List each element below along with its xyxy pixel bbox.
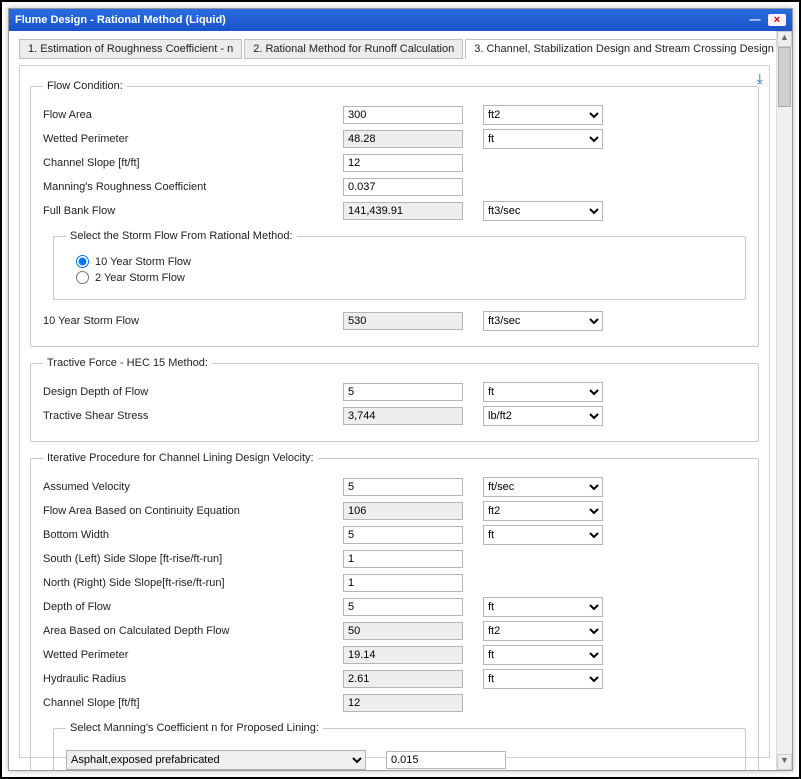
full-bank-flow-unit[interactable]: ft3/sec [483, 201, 603, 221]
storm-10yr-option[interactable]: 10 Year Storm Flow [76, 255, 733, 268]
storm-2yr-label: 2 Year Storm Flow [95, 272, 185, 284]
window-body: 1. Estimation of Roughness Coefficient -… [9, 31, 792, 770]
south-slope-label: South (Left) Side Slope [ft-rise/ft-run] [43, 553, 343, 565]
close-button[interactable]: × [768, 14, 786, 26]
wetted-perimeter-label: Wetted Perimeter [43, 133, 343, 145]
scroll-down-arrow-icon[interactable]: ▼ [777, 754, 792, 770]
title-bar: Flume Design - Rational Method (Liquid) … [9, 9, 792, 31]
bottom-width-label: Bottom Width [43, 529, 343, 541]
bottom-width-input[interactable] [343, 526, 463, 544]
storm-flow-10-unit[interactable]: ft3/sec [483, 311, 603, 331]
storm-select-group: Select the Storm Flow From Rational Meth… [53, 230, 746, 300]
south-slope-input[interactable] [343, 550, 463, 568]
area-calc-depth-input [343, 622, 463, 640]
north-slope-input[interactable] [343, 574, 463, 592]
hydraulic-radius-unit[interactable]: ft [483, 669, 603, 689]
screenshot-frame: Flume Design - Rational Method (Liquid) … [0, 0, 801, 779]
scroll-track[interactable] [777, 47, 792, 754]
iterative-legend: Iterative Procedure for Channel Lining D… [43, 452, 318, 464]
content-area: 1. Estimation of Roughness Coefficient -… [9, 31, 776, 770]
storm-2yr-radio[interactable] [76, 271, 89, 284]
full-bank-flow-label: Full Bank Flow [43, 205, 343, 217]
channel-slope-label: Channel Slope [ft/ft] [43, 157, 343, 169]
wetted-perimeter-input [343, 130, 463, 148]
area-calc-depth-unit[interactable]: ft2 [483, 621, 603, 641]
assumed-velocity-label: Assumed Velocity [43, 481, 343, 493]
design-depth-label: Design Depth of Flow [43, 386, 343, 398]
iter-wetted-perimeter-input [343, 646, 463, 664]
storm-flow-10-label: 10 Year Storm Flow [43, 315, 343, 327]
flow-area-label: Flow Area [43, 109, 343, 121]
flow-area-cont-input [343, 502, 463, 520]
design-depth-input[interactable] [343, 383, 463, 401]
shear-stress-label: Tractive Shear Stress [43, 410, 343, 422]
storm-flow-10-input [343, 312, 463, 330]
north-slope-label: North (Right) Side Slope[ft-rise/ft-run] [43, 577, 343, 589]
design-depth-unit[interactable]: ft [483, 382, 603, 402]
mannings-n-label: Manning's Roughness Coefficient [43, 181, 343, 193]
wetted-perimeter-unit[interactable]: ft [483, 129, 603, 149]
full-bank-flow-input [343, 202, 463, 220]
bottom-width-unit[interactable]: ft [483, 525, 603, 545]
iter-wetted-perimeter-label: Wetted Perimeter [43, 649, 343, 661]
flow-condition-legend: Flow Condition: [43, 80, 127, 92]
flow-area-cont-label: Flow Area Based on Continuity Equation [43, 505, 343, 517]
lining-legend: Select Manning's Coefficient n for Propo… [66, 722, 323, 734]
tab-panel: ⤓ Flow Condition: Flow Area ft2 Wetted P… [19, 65, 770, 758]
app-window: Flume Design - Rational Method (Liquid) … [8, 8, 793, 771]
storm-select-legend: Select the Storm Flow From Rational Meth… [66, 230, 297, 242]
lining-select[interactable]: Asphalt,exposed prefabricated [66, 750, 366, 770]
minimize-button[interactable]: — [746, 14, 764, 26]
tab-strip: 1. Estimation of Roughness Coefficient -… [19, 39, 770, 59]
lining-value-input[interactable] [386, 751, 506, 769]
flow-area-input[interactable] [343, 106, 463, 124]
area-calc-depth-label: Area Based on Calculated Depth Flow [43, 625, 343, 637]
tab-roughness[interactable]: 1. Estimation of Roughness Coefficient -… [19, 39, 242, 59]
storm-2yr-option[interactable]: 2 Year Storm Flow [76, 271, 733, 284]
assumed-velocity-unit[interactable]: ft/sec [483, 477, 603, 497]
tractive-force-group: Tractive Force - HEC 15 Method: Design D… [30, 357, 759, 442]
scroll-up-arrow-icon[interactable]: ▲ [777, 31, 792, 47]
tractive-legend: Tractive Force - HEC 15 Method: [43, 357, 212, 369]
storm-10yr-label: 10 Year Storm Flow [95, 256, 191, 268]
depth-flow-input[interactable] [343, 598, 463, 616]
vertical-scrollbar[interactable]: ▲ ▼ [776, 31, 792, 770]
channel-slope-input[interactable] [343, 154, 463, 172]
shear-stress-input [343, 407, 463, 425]
storm-10yr-radio[interactable] [76, 255, 89, 268]
window-title: Flume Design - Rational Method (Liquid) [15, 14, 226, 26]
scroll-thumb[interactable] [778, 47, 791, 107]
hydraulic-radius-input [343, 670, 463, 688]
flow-condition-group: Flow Condition: Flow Area ft2 Wetted Per… [30, 80, 759, 347]
iterative-group: Iterative Procedure for Channel Lining D… [30, 452, 759, 770]
iter-channel-slope-input [343, 694, 463, 712]
flow-area-cont-unit[interactable]: ft2 [483, 501, 603, 521]
flow-area-unit[interactable]: ft2 [483, 105, 603, 125]
download-icon[interactable]: ⤓ [757, 70, 763, 87]
shear-stress-unit[interactable]: lb/ft2 [483, 406, 603, 426]
iter-wetted-perimeter-unit[interactable]: ft [483, 645, 603, 665]
tab-channel-design[interactable]: 3. Channel, Stabilization Design and Str… [465, 39, 776, 59]
tab-rational-method[interactable]: 2. Rational Method for Runoff Calculatio… [244, 39, 463, 59]
lining-group: Select Manning's Coefficient n for Propo… [53, 722, 746, 770]
iter-channel-slope-label: Channel Slope [ft/ft] [43, 697, 343, 709]
assumed-velocity-input[interactable] [343, 478, 463, 496]
depth-flow-unit[interactable]: ft [483, 597, 603, 617]
depth-flow-label: Depth of Flow [43, 601, 343, 613]
hydraulic-radius-label: Hydraulic Radius [43, 673, 343, 685]
mannings-n-input[interactable] [343, 178, 463, 196]
